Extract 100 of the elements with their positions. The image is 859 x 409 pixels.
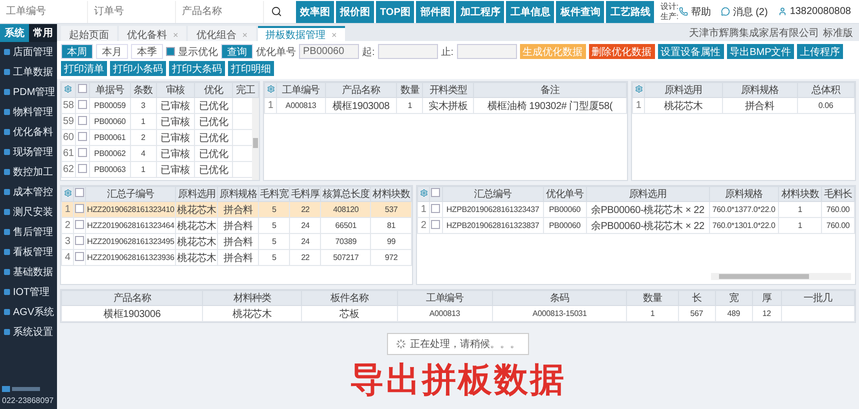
table-cell: PB00060 (543, 202, 586, 218)
table-cell: HZZ20190628161323495 (86, 234, 176, 250)
sidebar-item[interactable]: 工单数据 (0, 62, 57, 82)
nav-button[interactable]: 加工程序 (456, 0, 504, 22)
nav-button[interactable]: 效率图 (296, 0, 334, 22)
checkbox[interactable] (75, 204, 84, 212)
sidebar-item[interactable]: PDM管理 (0, 82, 57, 102)
nav-button[interactable]: TOP图 (376, 0, 414, 22)
sidebar-tab[interactable]: 常用 (28, 24, 57, 42)
nav-button[interactable]: 部件图 (416, 0, 454, 22)
column-header: 厚 (752, 290, 782, 306)
checkbox[interactable] (75, 188, 84, 197)
checkbox[interactable] (75, 236, 84, 244)
square-icon (4, 69, 10, 75)
table-cell: 桃花芯木 (176, 202, 218, 218)
column-header: 宽 (715, 290, 752, 306)
action-button[interactable]: 导出BMP文件 (726, 44, 794, 59)
table-cell: HZPB20190628161323437 (442, 202, 544, 218)
sidebar-item[interactable]: 测尺安装 (0, 202, 57, 222)
checkbox[interactable] (75, 252, 84, 260)
query-button[interactable]: 查询 (221, 44, 253, 59)
checkbox[interactable] (78, 164, 87, 172)
column-header: 完工 (232, 82, 258, 98)
page-tab[interactable]: 优化备料 × (119, 26, 186, 41)
action-button[interactable]: 打印明细 (228, 61, 274, 76)
nav-button[interactable]: 工单信息 (506, 0, 554, 22)
page-tab[interactable]: 起始页面 (61, 26, 117, 41)
table-cell: PB00060 (89, 114, 130, 130)
square-icon (4, 109, 10, 115)
sidebar-item[interactable]: 物料管理 (0, 102, 57, 122)
header-link[interactable]: 消息 (2) (720, 4, 768, 18)
square-icon (4, 289, 10, 295)
action-button[interactable]: 上传程序 (797, 44, 844, 59)
sidebar-item[interactable]: 系统设置 (0, 322, 57, 342)
page-tab[interactable]: 优化组合 × (188, 26, 256, 41)
sidebar-item[interactable]: IOT管理 (0, 282, 57, 302)
period-button[interactable]: 本季 (131, 44, 163, 59)
sidebar-item[interactable]: 现场管理 (0, 142, 57, 162)
table-cell: 拼合料 (218, 202, 259, 218)
checkbox[interactable] (78, 100, 87, 108)
action-button[interactable]: 打印清单 (61, 61, 107, 76)
table-cell: 已优化 (194, 146, 233, 162)
table-cell: PB00061 (89, 130, 130, 146)
settings-icon[interactable] (64, 188, 72, 196)
table-cell: 760.0*1301.0*22.0 (709, 218, 779, 234)
nav-button[interactable]: 工艺路线 (606, 0, 654, 22)
row-number: 1 (62, 202, 74, 218)
page-tab[interactable]: 拼板数据管理 × (258, 26, 345, 41)
settings-icon[interactable] (420, 188, 428, 196)
action-button[interactable]: 删除优化数据 (588, 44, 655, 59)
sidebar-item[interactable]: 售后管理 (0, 222, 57, 242)
sidebar-item[interactable]: 店面管理 (0, 42, 57, 62)
sidebar-item[interactable]: 数控加工 (0, 162, 57, 182)
checkbox[interactable] (78, 148, 87, 156)
scrollbar[interactable] (252, 98, 259, 180)
checkbox[interactable] (431, 220, 440, 228)
date-field[interactable] (378, 44, 438, 59)
checkbox[interactable] (75, 220, 84, 228)
column-header: 条数 (130, 82, 156, 98)
table-cell: A000813 (276, 98, 326, 114)
table-cell: PB00060 (543, 218, 586, 234)
period-button[interactable]: 本周 (61, 44, 93, 59)
header-link[interactable]: 帮助 (678, 4, 711, 18)
checkbox[interactable] (78, 132, 87, 140)
order-field[interactable]: PB00060 (299, 44, 359, 59)
action-button[interactable]: 设置设备属性 (658, 44, 724, 59)
settings-icon[interactable] (266, 84, 274, 92)
table-cell: HZPB20190628161323837 (442, 218, 544, 234)
column-header: 原料选用 (586, 186, 710, 202)
sidebar-item[interactable]: 基础数据 (0, 262, 57, 282)
sidebar-item[interactable]: 优化备料 (0, 122, 57, 142)
nav-button[interactable]: 报价图 (336, 0, 374, 22)
checkbox[interactable] (78, 84, 87, 93)
checkbox[interactable] (78, 116, 87, 124)
action-button[interactable]: 打印大条码 (169, 61, 225, 76)
table-cell: 已优化 (194, 162, 233, 178)
sidebar-item[interactable]: AGV系统 (0, 302, 57, 322)
square-icon (4, 129, 10, 135)
search-icon[interactable] (270, 6, 282, 17)
table-cell: A000813-15031 (492, 306, 627, 322)
sidebar-item[interactable]: 成本管控 (0, 182, 57, 202)
nav-button[interactable]: 板件查询 (556, 0, 604, 22)
square-icon (4, 189, 10, 195)
settings-icon[interactable] (64, 84, 72, 92)
period-button[interactable]: 本月 (96, 44, 128, 59)
checkbox[interactable] (431, 204, 440, 212)
column-header: 核算总长度 (320, 186, 371, 202)
header-link[interactable]: 13820080808 (778, 4, 851, 18)
date-field[interactable] (456, 44, 517, 59)
sidebar-item[interactable]: 看板管理 (0, 242, 57, 262)
checkbox[interactable] (431, 188, 440, 197)
table-cell: 桃花芯木 (176, 218, 218, 234)
spinner-icon (396, 339, 406, 349)
scrollbar[interactable] (711, 273, 851, 280)
action-button[interactable]: 打印小条码 (110, 61, 166, 76)
table-cell: 余PB00060-桃花芯木 × 22 (586, 202, 710, 218)
settings-icon[interactable] (634, 84, 642, 92)
sidebar-tab[interactable]: 系统 (0, 24, 28, 42)
table-cell: 已优化 (194, 114, 233, 130)
checkbox[interactable] (166, 47, 175, 56)
